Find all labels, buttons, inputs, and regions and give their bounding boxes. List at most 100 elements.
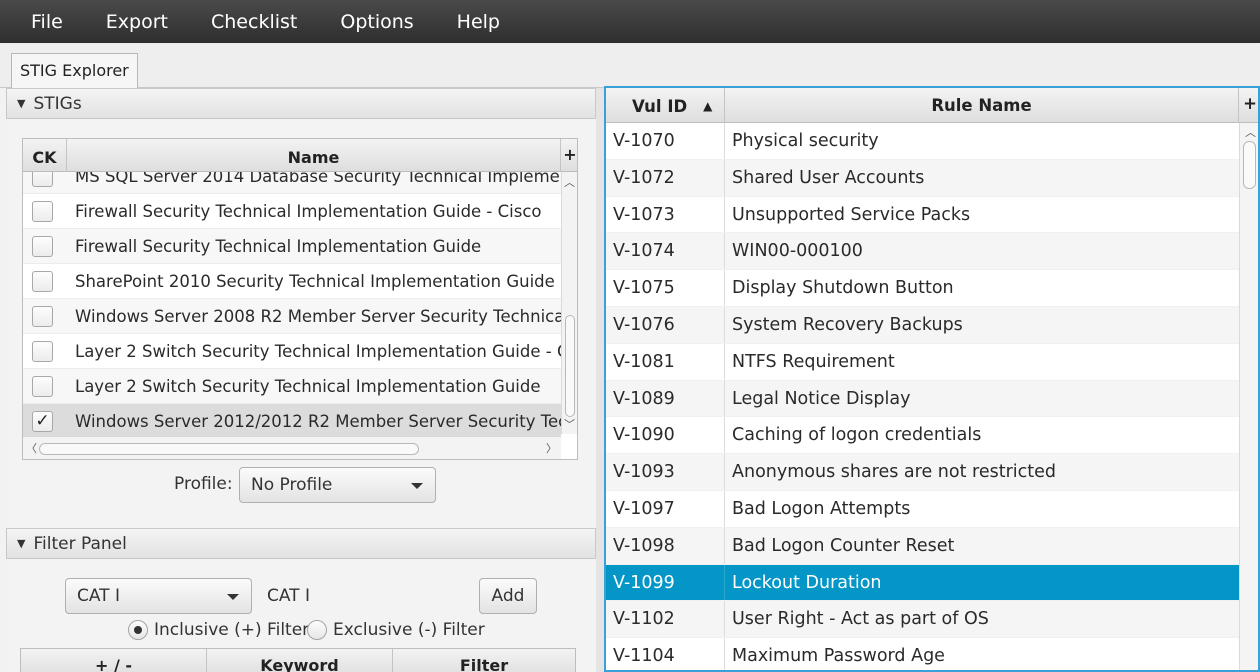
checkbox[interactable] [32,306,53,327]
rule-row[interactable]: V-1081 NTFS Requirement [606,343,1239,381]
column-menu-plus-icon[interactable]: + [1242,88,1258,120]
column-header-ck[interactable]: CK [23,139,67,172]
menu-bar: File Export Checklist Options Help [0,0,1260,43]
rule-name-cell: Caching of logon credentials [732,425,982,446]
rule-row[interactable]: V-1073 Unsupported Service Packs [606,196,1239,234]
stig-row[interactable]: Windows Server 2008 R2 Member Server Sec… [23,299,561,334]
stig-name: Windows Server 2012/2012 R2 Member Serve… [75,412,561,431]
rule-name-cell: Bad Logon Attempts [732,498,911,519]
stig-name: Layer 2 Switch Security Technical Implem… [75,377,541,396]
rule-row[interactable]: V-1075 Display Shutdown Button [606,270,1239,307]
rules-table-vertical-scrollbar[interactable]: ︿ [1239,123,1258,670]
checkbox[interactable] [32,201,53,222]
inclusive-filter-label: Inclusive (+) Filter [154,620,310,640]
column-header-keyword[interactable]: Keyword [207,649,393,672]
rule-name-cell: Lockout Duration [732,572,882,593]
stig-name: Layer 2 Switch Security Technical Implem… [75,342,561,361]
column-header-plus-minus[interactable]: + / - [21,649,207,672]
menu-file[interactable]: File [31,11,63,33]
menu-help[interactable]: Help [457,11,500,33]
rule-row[interactable]: V-1104 Maximum Password Age [606,638,1239,670]
collapse-arrow-icon: ▼ [17,537,26,550]
menu-export[interactable]: Export [106,11,168,33]
stigs-panel-header[interactable]: ▼ STIGs [6,88,596,119]
checkbox-checked-icon[interactable]: ✓ [32,411,53,432]
scrollbar-thumb[interactable] [1243,141,1256,189]
vul-id-cell: V-1093 [606,454,725,490]
vul-id-cell: V-1070 [606,123,725,159]
rule-row[interactable]: V-1074 WIN00-000100 [606,233,1239,271]
add-filter-button[interactable]: Add [479,578,537,614]
tab-stig-explorer[interactable]: STIG Explorer [11,53,138,88]
rule-name-cell: Physical security [732,131,879,151]
rules-table: Vul ID ▲ Rule Name + V-1070 Physical secur… [604,86,1260,672]
scroll-down-arrow-icon[interactable]: ﹀ [564,416,575,432]
stig-row[interactable]: ✓ Windows Server 2012/2012 R2 Member Serv… [23,404,561,439]
column-header-rule-name[interactable]: Rule Name [725,88,1239,123]
filter-table-header: + / - Keyword Filter [20,648,576,672]
rule-row[interactable]: V-1089 Legal Notice Display [606,380,1239,418]
rule-name-cell: User Right - Act as part of OS [732,609,989,630]
rule-row[interactable]: V-1076 System Recovery Backups [606,306,1239,344]
stig-row[interactable]: Firewall Security Technical Implementati… [23,194,561,229]
rule-name-cell: Maximum Password Age [732,646,945,667]
stig-name: Windows Server 2008 R2 Member Server Sec… [75,307,561,326]
vul-id-cell: V-1098 [606,527,725,564]
rule-row[interactable]: V-1072 Shared User Accounts [606,159,1239,197]
menu-checklist[interactable]: Checklist [211,11,297,33]
menu-options[interactable]: Options [340,11,413,33]
scrollbar-thumb[interactable] [39,443,419,455]
category-dropdown[interactable]: CAT I [65,578,252,614]
stig-name: Firewall Security Technical Implementati… [75,237,482,256]
rule-name-cell: WIN00-000100 [732,241,863,262]
rules-table-header: Vul ID ▲ Rule Name + [606,88,1258,123]
scrollbar-thumb[interactable] [565,315,575,417]
rule-row[interactable]: V-1090 Caching of logon credentials [606,417,1239,455]
column-header-name[interactable]: Name [67,139,561,172]
exclusive-filter-label: Exclusive (-) Filter [333,620,485,640]
vul-id-cell: V-1075 [606,270,725,306]
rule-row[interactable]: V-1093 Anonymous shares are not restricte… [606,454,1239,491]
profile-label: Profile: [174,474,233,494]
rule-row[interactable]: V-1099 Lockout Duration [606,564,1239,602]
profile-dropdown[interactable]: No Profile [239,467,436,503]
checkbox[interactable] [32,271,53,292]
rules-table-body: V-1070 Physical security V-1072 Shared User… [606,123,1239,670]
checkbox[interactable] [32,341,53,362]
column-header-filter[interactable]: Filter [393,649,575,672]
stig-table-horizontal-scrollbar[interactable]: 〈 〉 [23,436,561,459]
rule-row[interactable]: V-1070 Physical security [606,123,1239,160]
rule-row[interactable]: V-1098 Bad Logon Counter Reset [606,527,1239,565]
vul-id-cell: V-1097 [606,490,725,527]
scroll-right-arrow-icon[interactable]: 〉 [546,440,557,456]
scroll-left-arrow-icon[interactable]: 〈 [26,440,37,456]
stig-row[interactable]: Firewall Security Technical Implementati… [23,229,561,264]
radio-unselected-icon[interactable] [307,620,327,640]
dropdown-caret-icon [411,483,423,489]
stig-table-vertical-scrollbar[interactable]: ︿ ﹀ [561,172,577,434]
stig-row[interactable]: SharePoint 2010 Security Technical Imple… [23,264,561,299]
stig-table-header: CK Name + [23,139,577,172]
column-menu-plus-icon[interactable]: + [563,139,577,171]
tab-bar: STIG Explorer [0,43,1260,88]
sort-ascending-icon: ▲ [703,99,713,113]
category-label: CAT I [267,586,310,606]
rule-name-cell: System Recovery Backups [732,314,963,335]
filter-panel-header[interactable]: ▼ Filter Panel [6,528,596,559]
stig-row[interactable]: Layer 2 Switch Security Technical Implem… [23,334,561,369]
split-pane-divider[interactable] [596,88,604,672]
radio-selected-icon[interactable] [128,620,148,640]
vul-id-cell: V-1089 [606,380,725,417]
rule-row[interactable]: V-1102 User Right - Act as part of OS [606,601,1239,639]
inclusive-filter-radio[interactable]: Inclusive (+) Filter [128,620,309,640]
checkbox[interactable] [32,376,53,397]
filter-panel-title: Filter Panel [33,534,127,554]
checkbox[interactable] [32,236,53,257]
rule-name-cell: Unsupported Service Packs [732,204,971,225]
exclusive-filter-radio[interactable]: Exclusive (-) Filter [307,620,485,640]
scroll-up-arrow-icon[interactable]: ︿ [1245,124,1256,140]
rule-row[interactable]: V-1097 Bad Logon Attempts [606,490,1239,528]
stig-row[interactable]: Layer 2 Switch Security Technical Implem… [23,369,561,404]
scroll-up-arrow-icon[interactable]: ︿ [564,174,575,190]
column-header-vul-id[interactable]: Vul ID ▲ [606,88,725,123]
